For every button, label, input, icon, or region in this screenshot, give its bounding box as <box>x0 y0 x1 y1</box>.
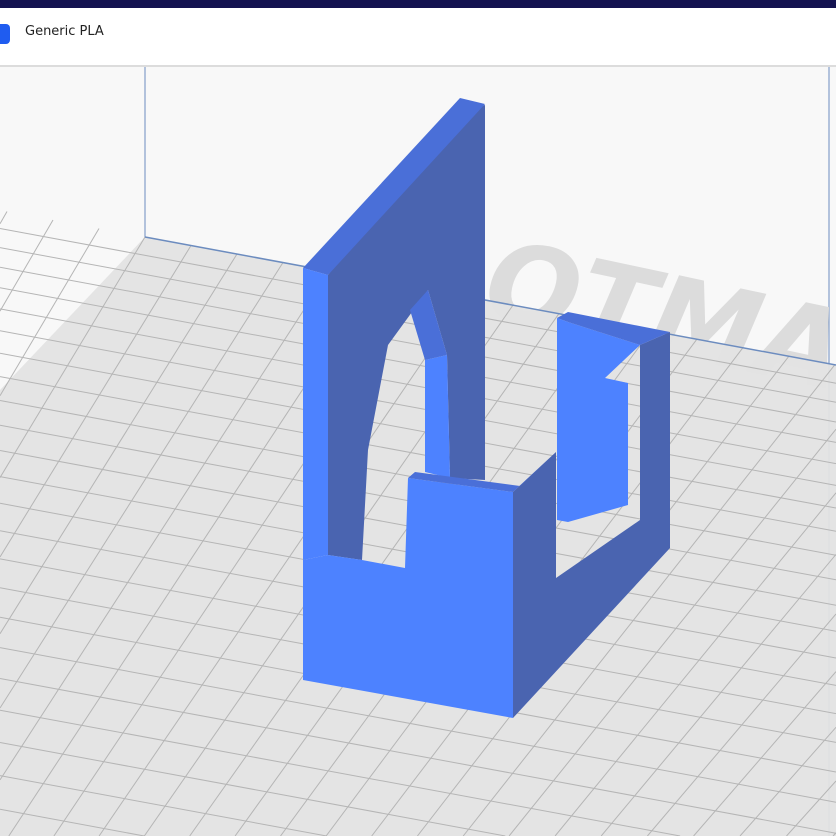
model-arch-inner <box>425 355 450 478</box>
model-left-column <box>303 268 328 560</box>
material-spool-icon <box>0 24 10 44</box>
window-title-bar <box>0 0 836 8</box>
model-right-post <box>557 318 568 522</box>
3d-viewport[interactable]: OTMA <box>0 67 836 836</box>
material-header[interactable]: Generic PLA <box>0 8 836 67</box>
material-label: Generic PLA <box>25 24 104 39</box>
grid-line <box>0 211 8 224</box>
